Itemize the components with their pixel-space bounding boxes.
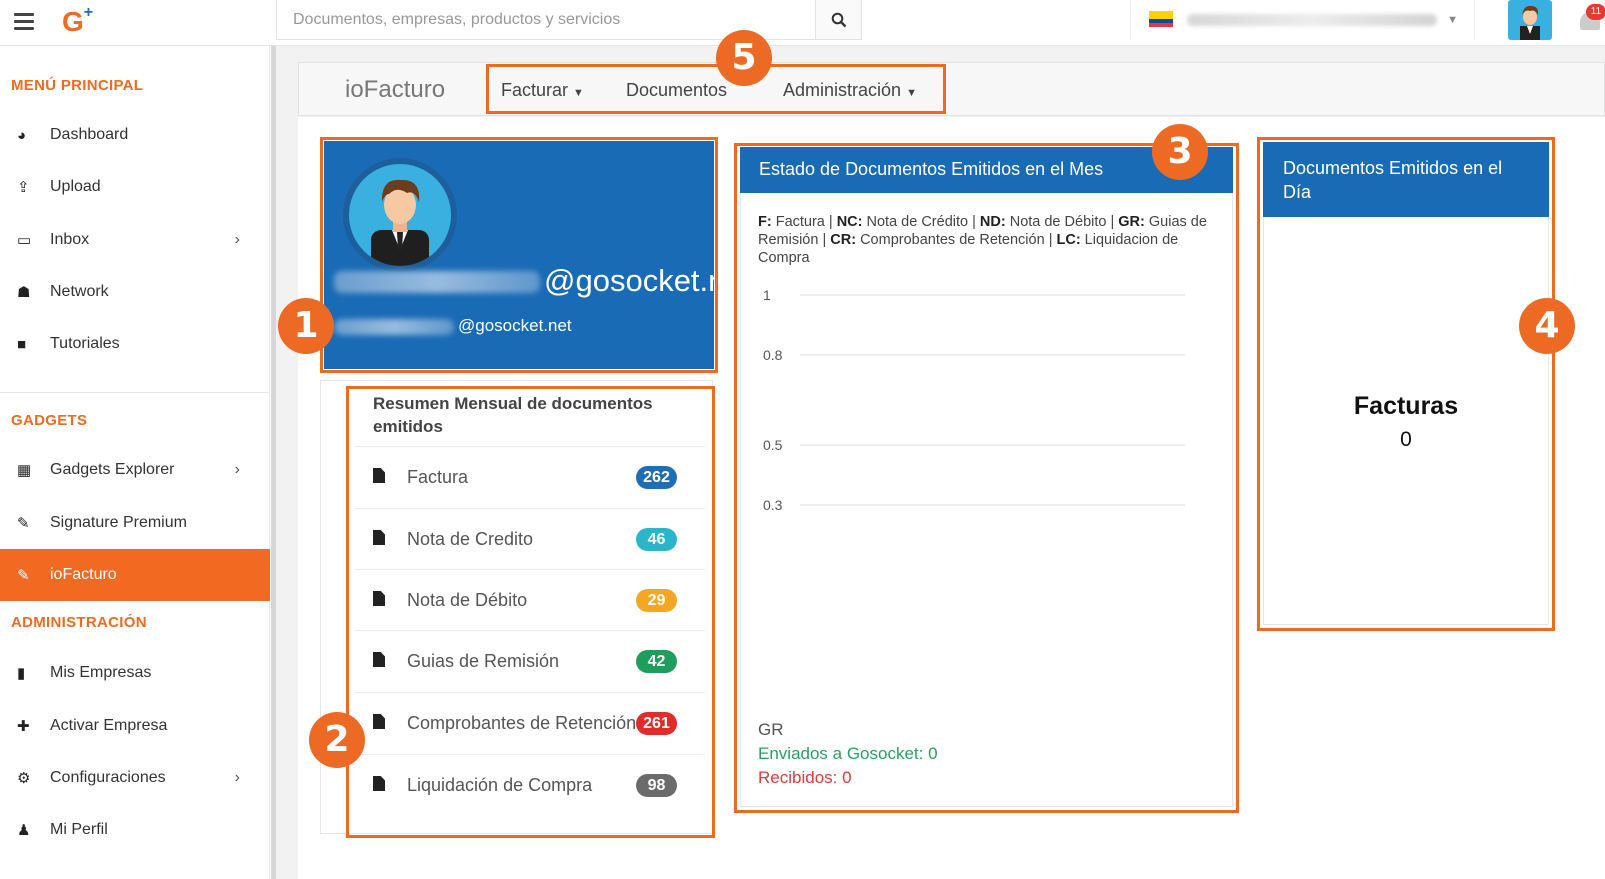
top-bar: G+ ▼ 11	[0, 0, 1605, 46]
marker-1: 1	[278, 298, 334, 354]
highlight-frame-4	[1257, 137, 1555, 631]
sidebar-item-label: Mis Empresas	[50, 664, 152, 681]
sidebar-divider	[0, 392, 270, 393]
grid-icon: ▦	[17, 462, 32, 479]
nav-label: Facturar	[501, 80, 569, 100]
sidebar-item-label: Mi Perfil	[50, 821, 108, 838]
chevron-down-icon: ▼	[1447, 14, 1458, 26]
sidebar-item-label: ioFacturo	[50, 566, 117, 583]
sidebar-item-label: Gadgets Explorer	[50, 461, 175, 478]
notifications[interactable]: 11	[1578, 4, 1605, 34]
inbox-icon: ▭	[17, 232, 32, 249]
sidebar-item-label: Dashboard	[50, 126, 129, 143]
hamburger-menu-icon[interactable]	[14, 13, 34, 30]
caret-down-icon: ▼	[906, 87, 917, 99]
user-icon: ♟	[17, 822, 31, 839]
sidebar-item-label: Tutoriales	[50, 335, 120, 352]
nav-administracion[interactable]: Administración ▼	[783, 80, 917, 101]
highlight-frame-1	[320, 137, 718, 373]
company-selector[interactable]: ▼	[1130, 0, 1475, 40]
user-avatar[interactable]	[1508, 0, 1552, 40]
highlight-frame-3	[734, 143, 1239, 813]
sidebar-item-label: Configuraciones	[50, 769, 166, 786]
ecuador-flag-icon	[1149, 11, 1173, 27]
sidebar-item-configuraciones[interactable]: ⚙ Configuraciones ›	[0, 752, 270, 804]
nav-links-highlight: Facturar ▼ Documentos Administración ▼	[486, 64, 946, 114]
sidebar-item-label: Inbox	[50, 231, 90, 248]
video-icon: ■	[17, 335, 27, 353]
marker-3: 3	[1152, 124, 1208, 180]
plug-icon: ✎	[17, 515, 30, 532]
nav-label: Administración	[783, 80, 902, 100]
nav-facturar[interactable]: Facturar ▼	[501, 80, 584, 101]
sidebar-item-network[interactable]: ☗ Network	[0, 266, 270, 318]
chevron-right-icon: ›	[234, 461, 240, 478]
app-brand[interactable]: ioFacturo	[345, 76, 445, 104]
sidebar-item-signature-premium[interactable]: ✎ Signature Premium	[0, 497, 270, 549]
sidebar-item-label: Activar Empresa	[50, 717, 168, 734]
sidebar-item-iofacturo[interactable]: ✎ ioFacturo	[0, 549, 270, 601]
sidebar-item-label: Network	[50, 283, 109, 300]
highlight-frame-2	[346, 386, 715, 838]
sidebar-item-mis-empresas[interactable]: ▮ Mis Empresas	[0, 647, 270, 699]
sidebar-item-tutoriales[interactable]: ■ Tutoriales	[0, 318, 270, 370]
dashboard-icon: ◕	[17, 126, 27, 144]
sidebar-item-gadgets-explorer[interactable]: ▦ Gadgets Explorer ›	[0, 444, 270, 496]
marker-2: 2	[309, 712, 365, 768]
chevron-right-icon: ›	[234, 769, 240, 786]
building-icon: ▮	[17, 665, 26, 682]
network-icon: ☗	[17, 284, 31, 301]
sidebar-item-label: Upload	[50, 178, 101, 195]
caret-down-icon: ▼	[573, 87, 584, 99]
search-button[interactable]	[815, 0, 861, 39]
section-title-admin: ADMINISTRACIÓN	[11, 614, 147, 631]
gosocket-logo[interactable]: G+	[62, 4, 93, 38]
cogs-icon: ⚙	[17, 770, 31, 787]
section-title-main: MENÚ PRINCIPAL	[11, 77, 144, 94]
search-icon	[831, 12, 846, 27]
sidebar-item-mi-perfil[interactable]: ♟ Mi Perfil	[0, 804, 270, 856]
nav-documentos[interactable]: Documentos	[626, 80, 727, 101]
nav-label: Documentos	[626, 80, 728, 100]
plus-icon: ✚	[17, 718, 30, 735]
search-bar	[276, 0, 862, 40]
sidebar-item-label: Signature Premium	[50, 514, 187, 531]
sidebar-item-activar-empresa[interactable]: ✚ Activar Empresa	[0, 700, 270, 752]
notification-badge: 11	[1586, 4, 1605, 20]
marker-5: 5	[716, 30, 772, 86]
company-name-redacted	[1187, 14, 1437, 26]
sidebar-item-upload[interactable]: ⇪ Upload	[0, 161, 270, 213]
chevron-right-icon: ›	[234, 231, 240, 248]
plug-icon: ✎	[17, 567, 30, 584]
sidebar-item-dashboard[interactable]: ◕ Dashboard	[0, 109, 270, 161]
marker-4: 4	[1519, 298, 1575, 354]
upload-icon: ⇪	[17, 179, 30, 196]
sidebar-item-inbox[interactable]: ▭ Inbox ›	[0, 214, 270, 266]
section-title-gadgets: GADGETS	[11, 412, 88, 429]
